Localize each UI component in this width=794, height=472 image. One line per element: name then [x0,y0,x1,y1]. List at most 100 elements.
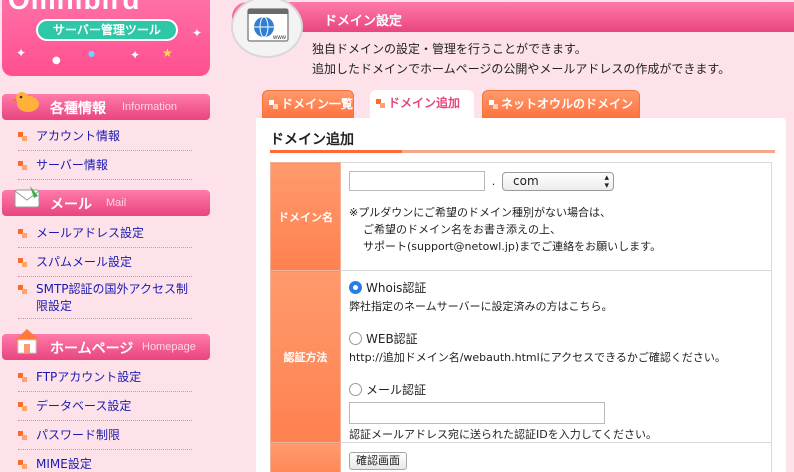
auth-id-input[interactable] [349,402,605,424]
sidebar-item-server-info[interactable]: サーバー情報 [18,151,192,180]
logo[interactable]: Omnibird サーバー管理ツール ✦ ● ● ✦ ★ ✦ [2,0,210,76]
svg-text:www: www [272,35,287,41]
tab-label: ドメイン追加 [388,96,461,110]
page-description: 独自ドメインの設定・管理を行うことができます。 [312,42,587,56]
bullet-icon [18,132,27,141]
sidebar-item-ftp-account[interactable]: FTPアカウント設定 [18,363,192,392]
logo-subtitle: サーバー管理ツール [36,19,178,41]
sidebar-item-label: メールアドレス設定 [36,226,145,240]
domain-form-table: ドメイン名 . com ▴ ▾ ※プルダウンにご希望のドメイン種別がない場合は、 … [270,162,772,472]
submit-cell: 確認画面 [340,442,772,472]
section-title-en: Mail [106,197,127,209]
auth-option-web[interactable]: WEB認証 [349,330,763,347]
section-title: メール [50,197,92,213]
star-decoration-icon: ✦ [16,46,27,60]
tld-select-value: com [513,173,539,188]
page-description: 追加したドメインでホームページの公開やメールアドレスの作成ができます。 [312,62,731,76]
sidebar: Omnibird サーバー管理ツール ✦ ● ● ✦ ★ ✦ 各種情報 Info… [0,0,214,472]
sidebar-item-mime[interactable]: MIME設定 [18,450,192,472]
auth-option-whois[interactable]: Whois認証 [349,279,763,296]
bullet-icon [18,402,27,411]
auth-option-desc: 認証メールアドレス宛に送られた認証IDを入力してください。 [349,428,658,441]
row-label-domain: ドメイン名 [270,162,341,271]
tab-label: ネットオウルのドメイン [501,97,634,111]
bullet-icon [489,100,498,109]
bullet-icon [18,161,27,170]
section-header-information: 各種情報 Information [2,92,210,120]
main-content: ドメイン設定 www 独自ドメインの設定・管理を行うことができます。 追加したド… [218,0,794,472]
domain-note-line: ※プルダウンにご希望のドメイン種別がない場合は、 [349,206,611,219]
section-title-en: Homepage [142,341,196,353]
row-label-auth: 認証方法 [270,270,341,443]
sidebar-item-label: MIME設定 [36,457,92,471]
radio-label: Whois認証 [366,281,427,295]
bullet-icon [18,285,27,294]
sidebar-item-label: データベース設定 [36,399,132,413]
domain-note-line: サポート(support@netowl.jp)までご連絡をお願いします。 [363,240,662,253]
dot-decoration-icon: ● [88,49,95,58]
bullet-icon [376,99,385,108]
sidebar-item-label: アカウント情報 [36,129,121,143]
star-decoration-icon: ★ [162,46,173,60]
nav-list-mail: メールアドレス設定 スパムメール設定 SMTP認証の国外アクセス制限設定 [18,219,192,319]
house-icon [14,329,40,354]
domain-note: ※プルダウンにご希望のドメイン種別がない場合は、 ご希望のドメイン名をお書き添え… [349,204,763,255]
sidebar-item-label: サーバー情報 [36,158,108,172]
domain-name-input[interactable] [349,171,485,191]
sidebar-item-label: FTPアカウント設定 [36,370,142,384]
section-title: 各種情報 [50,101,106,117]
sidebar-item-password-restriction[interactable]: パスワード制限 [18,421,192,450]
domain-separator: . [491,174,496,188]
section-title: ホームページ [50,341,134,357]
tab-netowl-domain[interactable]: ネットオウルのドメイン [482,90,640,118]
sidebar-item-database[interactable]: データベース設定 [18,392,192,421]
tab-label: ドメイン一覧 [281,97,354,111]
radio-whois[interactable] [349,281,362,294]
sidebar-item-spam-mail[interactable]: スパムメール設定 [18,248,192,277]
tld-select[interactable]: com ▴ ▾ [502,171,614,191]
page-icon-badge: www [231,0,303,58]
page-title: ドメイン設定 [324,14,403,29]
auth-option-mail[interactable]: メール認証 [349,381,763,398]
auth-option-desc: 弊社指定のネームサーバーに設定済みの方はこちら。 [349,300,613,313]
section-header-mail: メール Mail [2,186,210,216]
sidebar-item-label: スパムメール設定 [36,255,133,269]
star-decoration-icon: ✦ [130,48,141,62]
auth-option-desc: http://追加ドメイン名/webauth.htmlにアクセスできるかご確認く… [349,351,726,364]
envelope-icon [14,186,40,208]
bullet-icon [18,460,27,469]
confirm-button[interactable]: 確認画面 [349,452,407,470]
nav-list-homepage: FTPアカウント設定 データベース設定 パスワード制限 MIME設定 [18,363,192,472]
domain-input-group: . com ▴ ▾ [349,171,763,191]
radio-mail[interactable] [349,383,362,396]
auth-field-cell: Whois認証 弊社指定のネームサーバーに設定済みの方はこちら。 WEB認証 h… [340,270,772,443]
sidebar-item-label: パスワード制限 [36,428,121,442]
form-row-auth: 認証方法 Whois認証 弊社指定のネームサーバーに設定済みの方はこちら。 WE… [270,270,772,443]
domain-add-panel: ドメイン追加 ドメイン名 . com ▴ ▾ ※プルダウンにご希望のドメイン種別… [256,118,786,472]
radio-label: メール認証 [366,383,427,397]
dot-decoration-icon: ● [52,55,61,66]
bullet-icon [269,100,278,109]
sidebar-item-label: SMTP認証の国外アクセス制限設定 [36,282,188,313]
section-title-en: Information [122,101,178,113]
sidebar-item-account-info[interactable]: アカウント情報 [18,122,192,151]
bullet-icon [18,373,27,382]
tab-domain-list[interactable]: ドメイン一覧 [262,90,354,118]
tab-domain-add[interactable]: ドメイン追加 [370,90,474,120]
row-label-empty [270,442,341,472]
nav-list-information: アカウント情報 サーバー情報 [18,122,192,180]
domain-note-line: ご希望のドメイン名をお書き添えの上、 [363,223,561,236]
globe-www-icon: www [247,8,289,42]
domain-field-cell: . com ▴ ▾ ※プルダウンにご希望のドメイン種別がない場合は、 ご希望のドメ… [340,162,772,271]
sidebar-item-smtp-restriction[interactable]: SMTP認証の国外アクセス制限設定 [18,277,192,319]
bullet-icon [18,229,27,238]
form-row-submit: 確認画面 [270,442,772,472]
form-row-domain: ドメイン名 . com ▴ ▾ ※プルダウンにご希望のドメイン種別がない場合は、 … [270,162,772,271]
logo-text: Omnibird [8,0,140,16]
panel-title-underline-accent [270,150,402,153]
radio-web[interactable] [349,332,362,345]
page-title-bar: ドメイン設定 [232,2,794,32]
bullet-icon [18,258,27,267]
sidebar-item-mail-address[interactable]: メールアドレス設定 [18,219,192,248]
star-decoration-icon: ✦ [192,26,203,40]
